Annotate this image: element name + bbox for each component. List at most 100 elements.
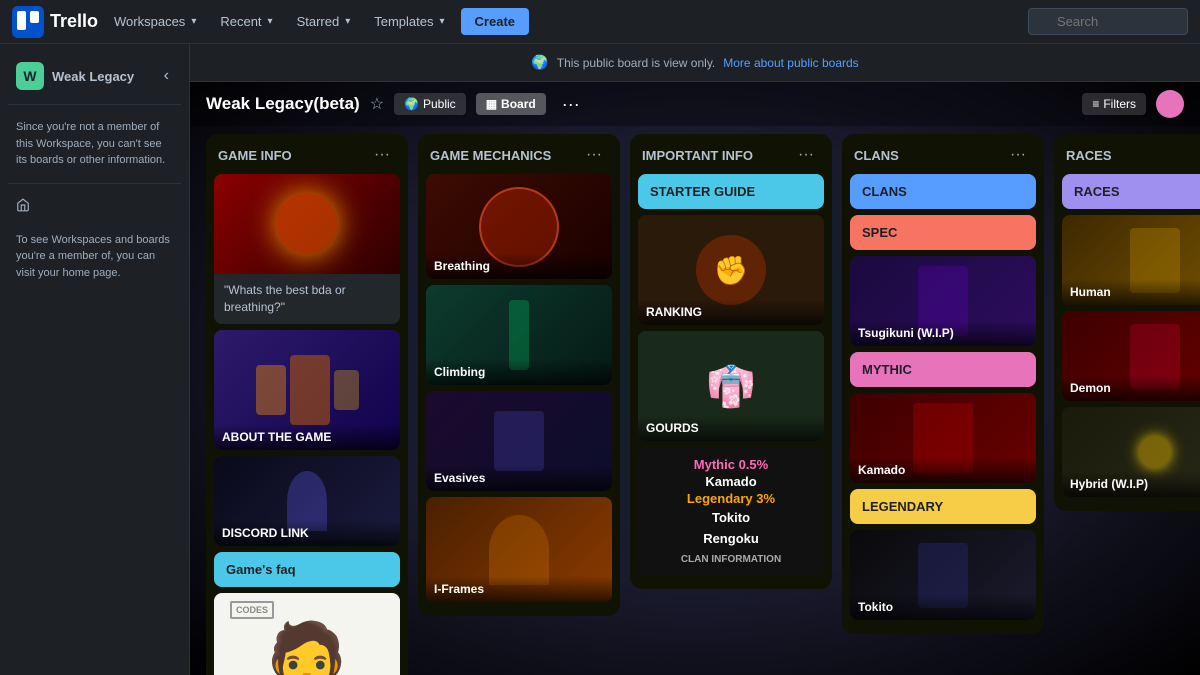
column-important-info-header: IMPORTANT INFO ··· (630, 134, 832, 174)
sidebar-notice1: Since you're not a member of this Worksp… (8, 113, 181, 175)
column-clans-title: CLANS (854, 148, 899, 163)
create-btn[interactable]: Create (461, 8, 529, 35)
trello-logo-text: Trello (50, 11, 98, 32)
globe-icon: 🌍 (531, 54, 548, 71)
card-games-faq[interactable]: Game's faq (214, 552, 400, 587)
column-game-info-title: GAME INFO (218, 148, 292, 163)
card-hybrid-label: Hybrid (W.I.P) (1062, 471, 1200, 497)
column-clans-menu[interactable]: ··· (1004, 144, 1032, 166)
board-columns: GAME INFO ··· "Whats the best bda or bre… (190, 126, 1200, 675)
search-wrap (1028, 8, 1188, 35)
mythic-kamado-label: Kamado (648, 474, 814, 489)
card-climbing[interactable]: Climbing (426, 285, 612, 385)
column-game-info-header: GAME INFO ··· (206, 134, 408, 174)
column-races-title: RACES (1066, 148, 1112, 163)
search-input[interactable] (1028, 8, 1188, 35)
sidebar: W Weak Legacy ‹ Since you're not a membe… (0, 44, 190, 675)
trello-logo[interactable]: Trello (12, 6, 98, 38)
card-starter-guide[interactable]: STARTER GUIDE (638, 174, 824, 209)
starred-btn[interactable]: Starred ▾ (289, 10, 359, 33)
card-bda-question[interactable]: "Whats the best bda or breathing?" (214, 174, 400, 324)
column-clans: CLANS ··· CLANS SPEC Tsugikuni (W.I.P) M… (842, 134, 1044, 634)
card-mythic-info[interactable]: Mythic 0.5% Kamado Legendary 3% TokitoRe… (638, 447, 824, 575)
sidebar-divider (8, 104, 181, 105)
card-tsugikuni[interactable]: Tsugikuni (W.I.P) (850, 256, 1036, 346)
templates-btn[interactable]: Templates ▾ (366, 10, 452, 33)
card-hybrid[interactable]: Hybrid (W.I.P) (1062, 407, 1200, 497)
card-codes[interactable]: CODES 🧔 CODES (214, 593, 400, 675)
workspace-icon: W (16, 62, 44, 90)
card-human-label: Human (1062, 279, 1200, 305)
column-important-info-menu[interactable]: ··· (792, 144, 820, 166)
board-more-btn[interactable]: ··· (556, 92, 586, 117)
card-evasives-label: Evasives (426, 465, 612, 491)
card-climbing-label: Climbing (426, 359, 612, 385)
star-button[interactable]: ☆ (370, 94, 384, 114)
card-about-game[interactable]: ABOUT THE GAME (214, 330, 400, 450)
sidebar-workspace[interactable]: W Weak Legacy ‹ (8, 56, 181, 96)
card-iframes-label: I-Frames (426, 576, 612, 602)
sidebar-notice2: To see Workspaces and boards you're a me… (8, 226, 181, 288)
filter-icon: ≡ (1092, 97, 1099, 111)
card-bda-text: "Whats the best bda or breathing?" (214, 274, 400, 324)
workspaces-btn[interactable]: Workspaces ▾ (106, 10, 204, 33)
board-area: 🌍 This public board is view only. More a… (190, 44, 1200, 675)
card-gourds[interactable]: 👘 GOURDS (638, 331, 824, 441)
board-view-btn[interactable]: ▦ Board (476, 93, 546, 115)
card-tsugikuni-label: Tsugikuni (W.I.P) (850, 320, 1036, 346)
column-game-info: GAME INFO ··· "Whats the best bda or bre… (206, 134, 408, 675)
clan-information-label: CLAN INFORMATION (648, 554, 814, 565)
sidebar-collapse-btn[interactable]: ‹ (160, 63, 173, 89)
card-kamado-label: Kamado (850, 457, 1036, 483)
card-clans-blue[interactable]: CLANS (850, 174, 1036, 209)
card-gourds-label: GOURDS (638, 415, 824, 441)
card-evasives[interactable]: Evasives (426, 391, 612, 491)
card-races-purple[interactable]: RACES (1062, 174, 1200, 209)
card-legendary[interactable]: LEGENDARY (850, 489, 1036, 524)
column-game-mechanics-menu[interactable]: ··· (580, 144, 608, 166)
card-ranking[interactable]: ✊ RANKING (638, 215, 824, 325)
avatar (1156, 90, 1184, 118)
top-nav: Trello Workspaces ▾ Recent ▾ Starred ▾ T… (0, 0, 1200, 44)
card-breathing-label: Breathing (426, 253, 612, 279)
column-important-info-title: IMPORTANT INFO (642, 148, 753, 163)
card-spec[interactable]: SPEC (850, 215, 1036, 250)
board-notice-link[interactable]: More about public boards (723, 56, 858, 70)
card-demon-label: Demon (1062, 375, 1200, 401)
workspace-name: Weak Legacy (52, 69, 152, 84)
card-discord-link[interactable]: DISCORD LINK (214, 456, 400, 546)
main-layout: W Weak Legacy ‹ Since you're not a membe… (0, 44, 1200, 675)
column-important-info: IMPORTANT INFO ··· STARTER GUIDE ✊ RANKI… (630, 134, 832, 589)
board-notice-text: This public board is view only. (557, 56, 716, 70)
sidebar-home-link[interactable] (8, 192, 181, 218)
card-tokito-label: Tokito (850, 594, 1036, 620)
card-demon[interactable]: Demon (1062, 311, 1200, 401)
card-kamado[interactable]: Kamado (850, 393, 1036, 483)
column-game-mechanics: GAME MECHANICS ··· Breathing (418, 134, 620, 616)
column-game-mechanics-title: GAME MECHANICS (430, 148, 551, 163)
card-ranking-label: RANKING (638, 299, 824, 325)
column-game-info-menu[interactable]: ··· (368, 144, 396, 166)
column-game-mechanics-header: GAME MECHANICS ··· (418, 134, 620, 174)
card-tokito[interactable]: Tokito (850, 530, 1036, 620)
column-clans-header: CLANS ··· (842, 134, 1044, 174)
sidebar-divider2 (8, 183, 181, 184)
column-races: RACES ··· RACES Human (1054, 134, 1200, 511)
mythic-percent-label: Mythic 0.5% (648, 457, 814, 472)
column-races-header: RACES ··· (1054, 134, 1200, 174)
card-human[interactable]: Human (1062, 215, 1200, 305)
filters-btn[interactable]: ≡ Filters (1082, 93, 1146, 115)
card-mythic[interactable]: MYTHIC (850, 352, 1036, 387)
card-discord-label: DISCORD LINK (214, 520, 400, 546)
legendary-percent-label: Legendary 3% (648, 491, 814, 506)
board-notice: 🌍 This public board is view only. More a… (190, 44, 1200, 82)
legendary-names-label: TokitoRengoku (648, 508, 814, 550)
board-header: Weak Legacy(beta) ☆ 🌍 Public ▦ Board ···… (190, 82, 1200, 126)
globe-small-icon: 🌍 (404, 97, 419, 111)
card-about-game-label: ABOUT THE GAME (214, 424, 400, 450)
visibility-btn[interactable]: 🌍 Public (394, 93, 466, 115)
recent-btn[interactable]: Recent ▾ (212, 10, 280, 33)
card-iframes[interactable]: I-Frames (426, 497, 612, 602)
board-title: Weak Legacy(beta) (206, 94, 360, 114)
card-breathing[interactable]: Breathing (426, 174, 612, 279)
